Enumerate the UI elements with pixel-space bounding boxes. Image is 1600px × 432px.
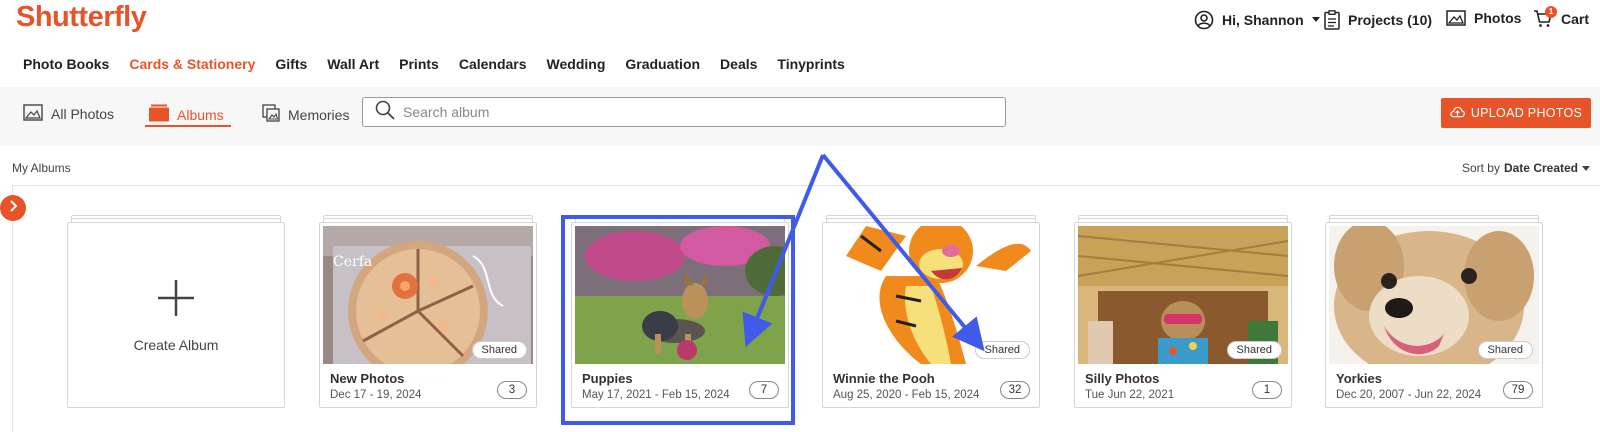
section-divider [12,185,1600,186]
image-icon [23,104,43,124]
photo-count-badge: 7 [749,381,779,399]
album-dates: Dec 20, 2007 - Jun 22, 2024 [1336,389,1482,401]
plus-icon [157,279,195,322]
sort-by-value: Date Created [1503,161,1578,175]
caret-down-icon [1582,161,1590,175]
album-title: Yorkies [1336,371,1383,386]
album-card-silly-photos[interactable]: Shared Silly Photos Tue Jun 22, 2021 1 [1074,215,1292,415]
album-card-puppies[interactable]: Puppies May 17, 2021 - Feb 15, 2024 7 [571,215,789,415]
album-title: Puppies [582,371,633,386]
clipboard-icon [1324,10,1340,30]
album-title: Silly Photos [1085,371,1160,386]
shared-badge: Shared [1226,341,1282,359]
nav-photo-books[interactable]: Photo Books [23,56,109,72]
album-search [362,97,1006,127]
tab-albums-label: Albums [177,106,224,123]
create-album-card[interactable]: Create Album [67,215,285,415]
search-album-input[interactable] [403,104,983,120]
tab-memories[interactable]: Memories [262,104,349,125]
nav-cards-stationery[interactable]: Cards & Stationery [129,56,255,72]
cloud-upload-icon [1450,106,1465,121]
nav-tinyprints[interactable]: Tinyprints [777,56,844,72]
shared-badge: Shared [1477,341,1533,359]
tab-all-photos[interactable]: All Photos [23,104,114,124]
nav-gifts[interactable]: Gifts [275,56,307,72]
photos-label: Photos [1474,10,1522,26]
sidebar-edge [12,185,13,432]
memories-icon [262,104,280,125]
user-icon [1194,10,1214,30]
nav-calendars[interactable]: Calendars [459,56,527,72]
album-card-yorkies[interactable]: Shared Yorkies Dec 20, 2007 - Jun 22, 20… [1325,215,1543,415]
projects-label: Projects (10) [1348,12,1433,28]
image-icon [1446,10,1466,26]
caret-down-icon [1311,17,1320,23]
sort-by-dropdown[interactable]: Sort by Date Created [1462,161,1590,175]
upload-photos-button[interactable]: UPLOAD PHOTOS [1441,98,1591,128]
cart-count-badge: 1 [1545,6,1557,18]
active-tab-indicator [145,125,231,127]
album-title: Winnie the Pooh [833,371,935,386]
album-dates: Tue Jun 22, 2021 [1085,389,1175,401]
chevron-right-icon [8,199,18,217]
greeting-label: Hi, Shannon [1222,12,1304,28]
album-dates: Aug 25, 2020 - Feb 15, 2024 [833,389,980,401]
thumb-brand-text: Cerfa [333,254,372,270]
sort-by-prefix: Sort by [1461,161,1500,175]
nav-prints[interactable]: Prints [399,56,439,72]
album-card-new-photos[interactable]: Cerfa Shared New Photos Dec 17 - 19, 202… [319,215,537,415]
shared-badge: Shared [471,341,527,359]
tab-albums[interactable]: Albums [149,104,224,125]
shutterfly-logo[interactable]: Shutterfly [16,1,147,34]
photo-count-badge: 1 [1252,381,1282,399]
nav-graduation[interactable]: Graduation [625,56,700,72]
photo-count-badge: 3 [497,381,527,399]
album-card-winnie-the-pooh[interactable]: Shared Winnie the Pooh Aug 25, 2020 - Fe… [822,215,1040,415]
account-menu[interactable]: Hi, Shannon [1194,10,1320,30]
nav-wedding[interactable]: Wedding [547,56,606,72]
shared-badge: Shared [974,341,1030,359]
tab-all-photos-label: All Photos [51,106,115,122]
top-header: Shutterfly Hi, Shannon Projects (10) Pho… [0,0,1600,44]
expand-sidebar-button[interactable] [0,195,26,221]
photo-count-badge: 32 [1000,381,1030,399]
photos-link[interactable]: Photos [1446,10,1521,26]
nav-deals[interactable]: Deals [720,56,757,72]
album-title: New Photos [330,371,405,386]
photos-toolbar: All Photos Albums Memories UPLOAD PHOTOS [0,87,1600,146]
cart-link[interactable]: 1 Cart [1533,6,1590,28]
my-albums-heading: My Albums [12,161,71,175]
projects-link[interactable]: Projects (10) [1324,10,1432,30]
album-dates: Dec 17 - 19, 2024 [330,389,422,401]
album-dates: May 17, 2021 - Feb 15, 2024 [582,389,730,401]
cart-label: Cart [1561,11,1590,27]
upload-photos-label: UPLOAD PHOTOS [1470,106,1583,120]
create-album-label: Create Album [133,337,219,353]
category-nav: Photo Books Cards & Stationery Gifts Wal… [23,56,845,72]
tab-memories-label: Memories [288,106,350,123]
album-icon [149,104,169,125]
nav-wall-art[interactable]: Wall Art [327,56,379,72]
search-icon [375,100,395,125]
cart-icon: 1 [1533,6,1557,28]
photo-count-badge: 79 [1503,381,1533,399]
album-thumbnail [575,226,785,364]
